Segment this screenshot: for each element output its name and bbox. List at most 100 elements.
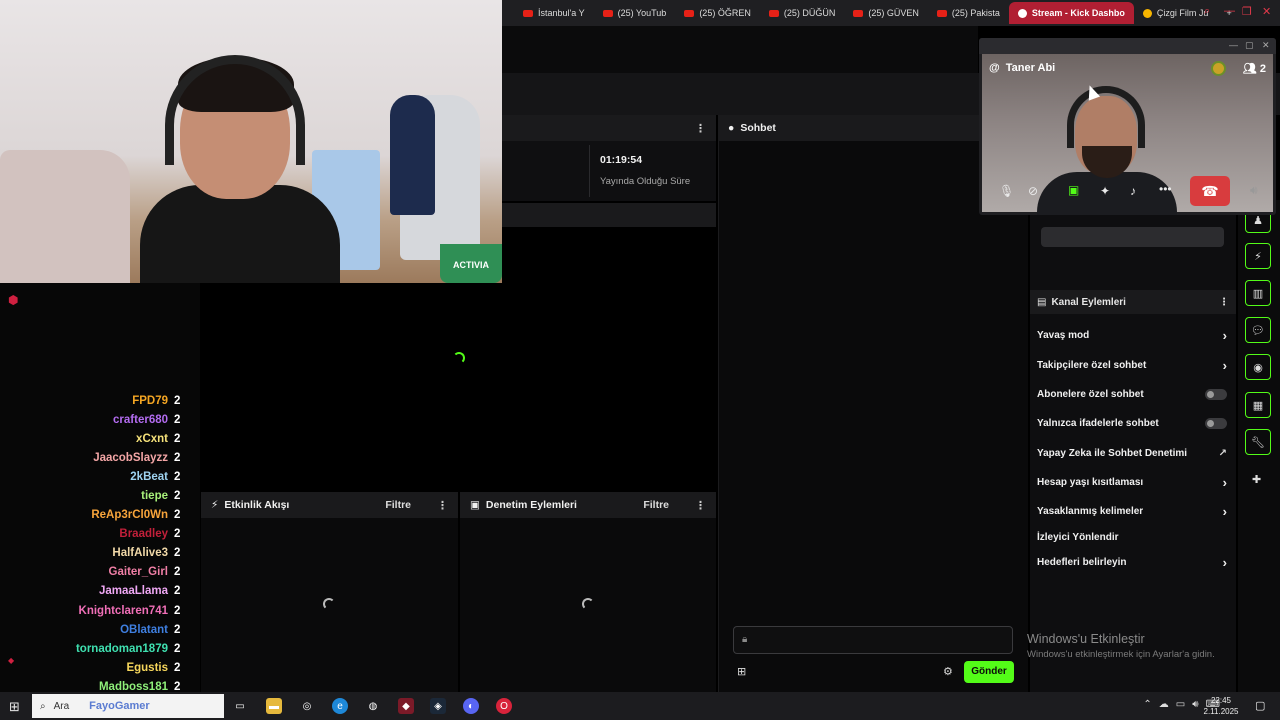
edge-icon[interactable]: e <box>332 698 348 714</box>
tab-ogren[interactable]: (25) ÖĞREN <box>675 2 760 24</box>
leaderboard-name[interactable]: FPD79 <box>132 395 168 407</box>
channel-action-item[interactable]: Yalnızca ifadelerle sohbet <box>1037 414 1227 432</box>
more-icon[interactable]: ••• <box>1159 182 1172 196</box>
activity-filter-button[interactable]: Filtre <box>385 499 411 511</box>
cloud-icon[interactable]: ☁ <box>1159 699 1169 710</box>
leaderboard-row: JaacobSlayzz 2 <box>76 448 182 467</box>
moderation-filter-button[interactable]: Filtre <box>643 499 669 511</box>
maximize-icon[interactable]: ▢ <box>1245 40 1254 51</box>
leaderboard-name[interactable]: tornadoman1879 <box>76 643 168 655</box>
taskbar-clock[interactable]: 22:45 2.11.2025 <box>1200 695 1242 717</box>
hang-up-button[interactable]: ☎ <box>1190 176 1230 206</box>
search-icon[interactable]: ⌕ <box>1204 5 1210 18</box>
steam-icon[interactable]: ◈ <box>430 698 446 714</box>
leaderboard-row: crafter680 2 <box>76 410 182 429</box>
windows-start-icon[interactable]: ⊞ <box>9 699 20 715</box>
leaderboard-name[interactable]: tiepe <box>141 490 168 502</box>
leaderboard-name[interactable]: ReAp3rCl0Wn <box>91 509 168 521</box>
gift-icon[interactable]: ⊞ <box>737 665 746 678</box>
rail-wrench-icon[interactable]: 🔧︎ <box>1245 429 1271 455</box>
rail-add-icon[interactable]: ✚ <box>1252 473 1261 486</box>
leaderboard-name[interactable]: crafter680 <box>113 414 168 426</box>
tab-pakista[interactable]: (25) Pakista <box>928 2 1009 24</box>
rail-chat-icon[interactable]: 💬︎ <box>1245 317 1271 343</box>
tab-guven[interactable]: (25) GÜVEN <box>844 2 928 24</box>
rail-bolt-icon[interactable]: ⚡ <box>1245 243 1271 269</box>
discord-icon[interactable]: ◐ <box>463 698 479 714</box>
leaderboard-name[interactable]: Braadley <box>119 528 168 540</box>
leaderboard-row: tiepe 2 <box>76 486 182 505</box>
rail-broadcast-icon[interactable]: ◉ <box>1245 354 1271 380</box>
toggle-switch[interactable] <box>1205 388 1227 400</box>
toggle-switch[interactable] <box>1205 417 1227 429</box>
tab-youtube[interactable]: (25) YouTub <box>594 2 676 24</box>
leaderboard-name[interactable]: OBlatant <box>120 624 168 636</box>
obs-icon[interactable]: ◎ <box>299 698 315 714</box>
channel-action-item[interactable]: Yasaklanmış kelimeler › <box>1037 502 1227 520</box>
channel-action-item[interactable]: Yavaş mod › <box>1037 326 1227 344</box>
rail-clipboard-icon[interactable]: ▥ <box>1245 280 1271 306</box>
channel-action-item[interactable]: Takipçilere özel sohbet › <box>1037 356 1227 374</box>
leaderboard-name[interactable]: Egustis <box>126 662 168 674</box>
microphone-icon[interactable]: 🎙︎ <box>999 184 1014 198</box>
gear-icon[interactable]: ⚙ <box>943 665 953 678</box>
kick-icon <box>1017 8 1027 18</box>
leaderboard-row: OBlatant 2 <box>76 620 182 639</box>
channel-action-item[interactable]: Hesap yaşı kısıtlaması › <box>1037 473 1227 491</box>
leaderboard-name[interactable]: Knightclaren741 <box>79 605 168 617</box>
stream-player[interactable] <box>200 283 716 491</box>
more-options-icon[interactable]: ⋮ <box>695 122 706 135</box>
network-icon[interactable]: ▭ <box>1176 699 1185 710</box>
more-options-icon[interactable]: ⋮ <box>695 499 706 512</box>
chat-input[interactable]: 🔒︎ <box>733 626 1013 654</box>
rail-layout-icon[interactable]: ▦ <box>1245 392 1271 418</box>
volume-icon[interactable]: 🔊︎ <box>1250 183 1258 198</box>
activities-icon[interactable]: ✦ <box>1100 184 1110 198</box>
soundboard-icon[interactable]: ♪ <box>1130 184 1136 198</box>
leaderboard-row: ReAp3rCl0Wn 2 <box>76 506 182 525</box>
task-view-icon[interactable]: ▭ <box>232 698 248 714</box>
chevron-right-icon: › <box>1222 474 1227 490</box>
tab-istanbul[interactable]: İstanbul'a Y <box>514 2 594 24</box>
channel-action-label: İzleyici Yönlendir <box>1037 531 1119 543</box>
close-icon[interactable]: ✕ <box>1262 5 1271 18</box>
more-options-icon[interactable]: ⋮ <box>1219 297 1229 308</box>
leaderboard-row: xCxnt 2 <box>76 429 182 448</box>
leaderboard-name[interactable]: JamaaLlama <box>99 585 168 597</box>
screen-share-icon[interactable]: ▣ <box>1068 183 1079 197</box>
send-button[interactable]: Gönder <box>964 661 1014 683</box>
close-icon[interactable]: ✕ <box>1262 40 1270 51</box>
channel-action-item[interactable]: İzleyici Yönlendir <box>1037 528 1227 546</box>
tab-dugun[interactable]: (25) DÜĞÜN <box>760 2 845 24</box>
file-explorer-icon[interactable]: ▬ <box>266 698 282 714</box>
leaderboard-name[interactable]: JaacobSlayzz <box>93 452 168 464</box>
channel-action-item[interactable]: Abonelere özel sohbet <box>1037 385 1227 403</box>
leaderboard-row: Braadley 2 <box>76 525 182 544</box>
channel-action-item[interactable]: Yapay Zeka ile Sohbet Denetimi ↗ <box>1037 444 1227 462</box>
maximize-icon[interactable]: ❐ <box>1242 5 1252 18</box>
browser-tab-strip: İstanbul'a Y (25) YouTub (25) ÖĞREN (25)… <box>502 0 1280 26</box>
bolt-icon: ⚡ <box>211 499 219 511</box>
minimize-icon[interactable]: — <box>1224 5 1235 17</box>
taskbar-search[interactable]: ⌕ Ara FayoGamer <box>32 694 224 718</box>
leaderboard-name[interactable]: xCxnt <box>136 433 168 445</box>
chevron-up-icon[interactable]: ⌃ <box>1143 699 1151 710</box>
actions-search-bar[interactable] <box>1041 227 1224 247</box>
kick-app-icon[interactable]: ◆ <box>398 698 414 714</box>
channel-action-item[interactable]: Hedefleri belirleyin › <box>1037 553 1227 571</box>
leaderboard-name[interactable]: 2kBeat <box>130 471 168 483</box>
leaderboard-name[interactable]: HalfAlive3 <box>112 547 168 559</box>
tab-kick-dashboard[interactable]: Stream - Kick Dashbo <box>1008 2 1134 24</box>
minimize-icon[interactable]: — <box>1229 40 1238 50</box>
chevron-right-icon: › <box>1222 357 1227 373</box>
notifications-icon[interactable]: ▢ <box>1255 699 1265 712</box>
chat-bubble-icon: ● <box>728 122 735 134</box>
activity-feed-body <box>201 518 458 692</box>
opera-icon[interactable]: O <box>496 698 512 714</box>
obs-studio-icon[interactable]: ◍ <box>365 698 381 714</box>
camera-off-icon[interactable]: ⊘ <box>1028 184 1038 198</box>
leaderboard-name[interactable]: Gaiter_Girl <box>109 566 168 578</box>
speaker-icon[interactable]: 🔊︎ <box>1192 699 1198 710</box>
more-options-icon[interactable]: ⋮ <box>437 499 448 512</box>
leaderboard-count: 2 <box>174 432 181 445</box>
